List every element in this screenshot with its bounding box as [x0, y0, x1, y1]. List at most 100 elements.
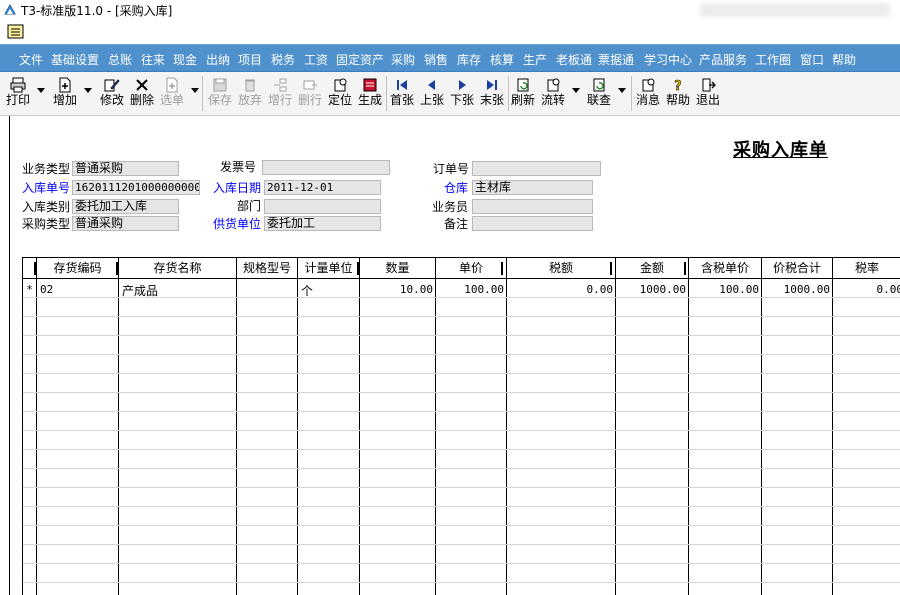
menu-learning-center[interactable]: 学习中心: [644, 51, 692, 68]
flow-button[interactable]: 流转: [538, 75, 568, 112]
menu-payroll[interactable]: 工资: [304, 51, 328, 68]
linked-query-button[interactable]: 联查: [584, 75, 614, 112]
menu-general-ledger[interactable]: 总账: [108, 51, 132, 68]
cell-total-with-tax[interactable]: 1000.00: [762, 283, 830, 296]
menu-sales[interactable]: 销售: [424, 51, 448, 68]
menu-basic-settings[interactable]: 基础设置: [51, 51, 99, 68]
add-button[interactable]: 增加: [50, 75, 80, 112]
add-row-button[interactable]: 增行: [265, 75, 295, 112]
header-tax-amount[interactable]: 税额: [507, 258, 615, 279]
print-dropdown-icon[interactable]: [37, 88, 45, 93]
header-spec[interactable]: 规格型号: [237, 258, 297, 279]
menu-window[interactable]: 窗口: [800, 51, 824, 68]
warehouse-field[interactable]: 主材库: [472, 180, 593, 195]
order-no-field[interactable]: [472, 161, 601, 176]
locate-button[interactable]: 定位: [325, 75, 355, 112]
add-dropdown-icon[interactable]: [84, 88, 92, 93]
window-title: T3-标准版11.0 - [采购入库]: [21, 4, 173, 18]
delete-button[interactable]: 删除: [127, 75, 157, 112]
grid-row-line: [23, 563, 900, 564]
header-tax-incl-price[interactable]: 含税单价: [689, 258, 761, 279]
edit-button[interactable]: 修改: [97, 75, 127, 112]
business-type-field[interactable]: 普通采购: [72, 161, 179, 176]
remark-field[interactable]: [472, 216, 593, 231]
grid-row-line: [23, 373, 900, 374]
menu-product-service[interactable]: 产品服务: [699, 51, 747, 68]
header-item-name[interactable]: 存货名称: [119, 258, 236, 279]
menu-project[interactable]: 项目: [238, 51, 262, 68]
generate-button[interactable]: 生成: [355, 75, 385, 112]
invoice-no-field[interactable]: [262, 160, 390, 175]
select-dropdown-icon[interactable]: [191, 88, 199, 93]
flow-dropdown-icon[interactable]: [572, 88, 580, 93]
header-unit[interactable]: 计量单位: [298, 258, 359, 279]
purchase-type-field[interactable]: 普通采购: [72, 216, 179, 231]
menu-purchase[interactable]: 采购: [391, 51, 415, 68]
receipt-no-field[interactable]: 16201112010000000004: [72, 180, 200, 195]
delete-row-button[interactable]: 删行: [295, 75, 325, 112]
refresh-icon: [517, 78, 529, 92]
last-record-button[interactable]: 末张: [477, 75, 507, 112]
help-button[interactable]: ? 帮助: [663, 75, 693, 112]
header-unit-price[interactable]: 单价: [436, 258, 506, 279]
generate-book-icon: [363, 78, 377, 92]
cell-unit[interactable]: 个: [301, 282, 313, 299]
save-button[interactable]: 保存: [205, 75, 235, 112]
menu-tax[interactable]: 税务: [271, 51, 295, 68]
cell-amount[interactable]: 1000.00: [616, 283, 686, 296]
query-dropdown-icon[interactable]: [618, 88, 626, 93]
department-label: 部门: [237, 199, 262, 213]
grid-row-line: [23, 468, 900, 469]
header-tax-rate[interactable]: 税率: [833, 258, 900, 279]
menu-cash[interactable]: 现金: [173, 51, 197, 68]
print-button[interactable]: 打印: [3, 75, 33, 112]
toolbar: 打印 增加 修改 删除 选单 保存 放弃 增行 删行 定位 生成 首张 上张 下…: [0, 72, 900, 116]
column-resize-handle[interactable]: [501, 262, 503, 275]
grid-row-line: [23, 449, 900, 450]
menu-fixed-assets[interactable]: 固定资产: [336, 51, 384, 68]
clerk-field[interactable]: [472, 199, 593, 214]
exit-button[interactable]: 退出: [693, 75, 723, 112]
trash-icon: [245, 79, 255, 92]
receipt-type-field[interactable]: 委托加工入库: [72, 199, 179, 214]
column-resize-handle[interactable]: [684, 262, 686, 275]
menu-receivables[interactable]: 往来: [141, 51, 165, 68]
menu-help[interactable]: 帮助: [832, 51, 856, 68]
header-amount[interactable]: 金额: [616, 258, 688, 279]
next-record-button[interactable]: 下张: [447, 75, 477, 112]
menu-costing[interactable]: 核算: [490, 51, 514, 68]
cell-quantity[interactable]: 10.00: [360, 283, 433, 296]
message-button[interactable]: 消息: [633, 75, 663, 112]
menu-work-circle[interactable]: 工作圈: [755, 51, 791, 68]
supplier-field[interactable]: 委托加工: [264, 216, 381, 231]
previous-record-button[interactable]: 上张: [417, 75, 447, 112]
first-record-button[interactable]: 首张: [387, 75, 417, 112]
receipt-date-field[interactable]: 2011-12-01: [264, 180, 381, 195]
cell-item-code[interactable]: 02: [40, 283, 53, 296]
column-resize-handle[interactable]: [610, 262, 612, 275]
cell-unit-price[interactable]: 100.00: [436, 283, 504, 296]
menu-cashier[interactable]: 出纳: [206, 51, 230, 68]
grid-row-line: [23, 430, 900, 431]
cell-tax-incl-price[interactable]: 100.00: [689, 283, 759, 296]
cell-tax-rate[interactable]: 0.00: [833, 283, 900, 296]
menu-invoice-link[interactable]: 票据通: [598, 51, 634, 68]
select-document-button[interactable]: 选单: [157, 75, 187, 112]
document-window-icon[interactable]: [7, 24, 24, 39]
header-item-code[interactable]: 存货编码: [37, 258, 118, 279]
department-field[interactable]: [264, 199, 381, 214]
question-mark-icon: ?: [674, 79, 682, 93]
menu-inventory[interactable]: 库存: [457, 51, 481, 68]
header-total-with-tax[interactable]: 价税合计: [762, 258, 832, 279]
header-quantity[interactable]: 数量: [360, 258, 435, 279]
new-document-icon: [59, 77, 71, 93]
menu-file[interactable]: 文件: [19, 51, 43, 68]
refresh-button[interactable]: 刷新: [508, 75, 538, 112]
discard-button[interactable]: 放弃: [235, 75, 265, 112]
menu-production[interactable]: 生产: [523, 51, 547, 68]
toolbar-separator: [202, 76, 203, 111]
menu-boss-link[interactable]: 老板通: [556, 51, 592, 68]
cell-tax-amount[interactable]: 0.00: [507, 283, 614, 296]
business-type-label: 业务类型: [22, 162, 71, 176]
cell-item-name[interactable]: 产成品: [122, 282, 158, 299]
